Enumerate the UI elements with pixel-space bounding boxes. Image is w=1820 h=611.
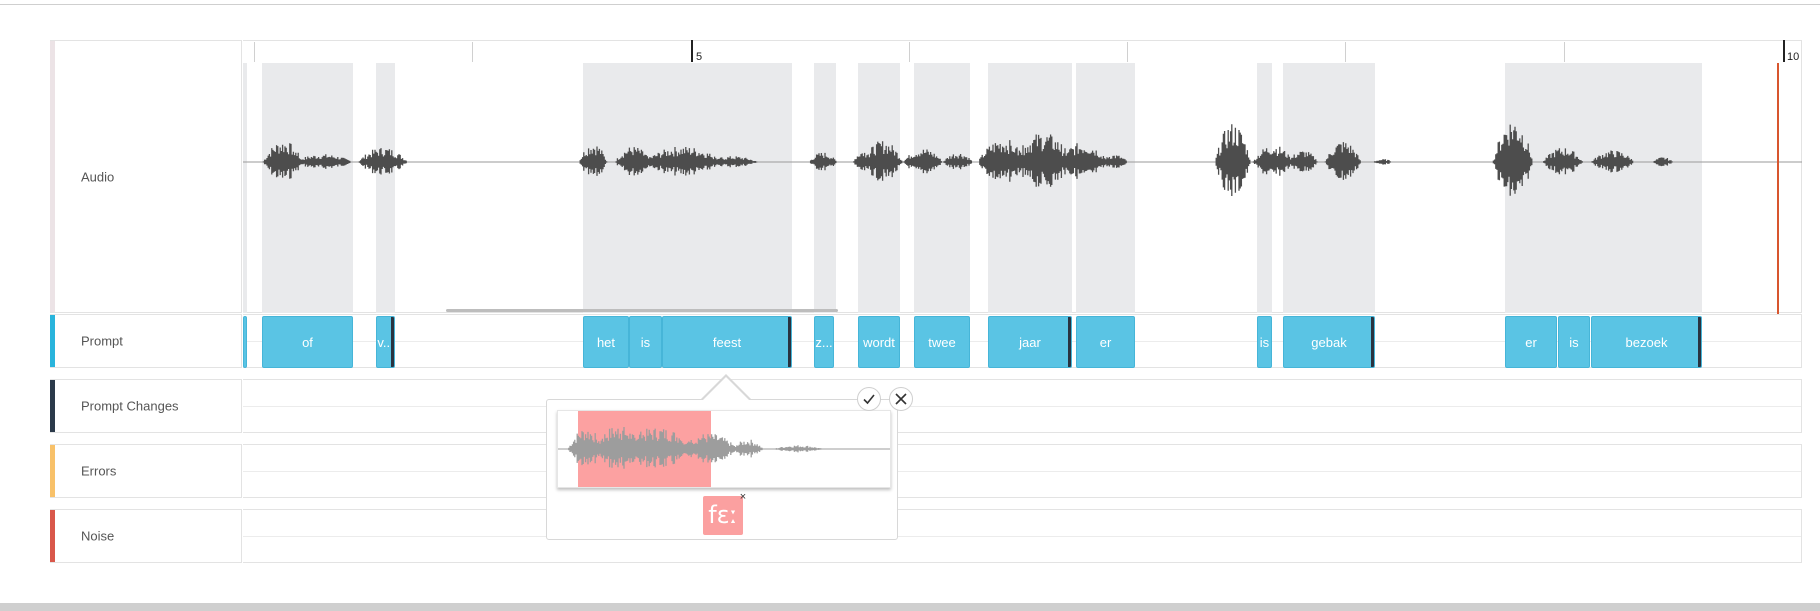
track-midline xyxy=(243,536,1801,537)
prompt-segment[interactable]: feest xyxy=(662,316,792,368)
segment-end-marker[interactable] xyxy=(788,317,791,367)
prompt-changes-track[interactable] xyxy=(243,379,1802,433)
track-accent-noise xyxy=(50,510,55,562)
track-accent-prompt-changes xyxy=(50,380,55,432)
popup-waveform xyxy=(558,427,890,469)
segment-label: bezoek xyxy=(1625,335,1668,350)
ruler-tick xyxy=(1345,42,1346,62)
segment-label: of xyxy=(302,335,313,350)
phoneme-remove-button[interactable]: × xyxy=(737,491,749,503)
segment-end-marker[interactable] xyxy=(1068,317,1071,367)
prompt-segment[interactable]: is xyxy=(1558,316,1590,368)
prompt-segment[interactable]: er xyxy=(1076,316,1135,368)
track-midline xyxy=(243,471,1801,472)
ruler-tick-major xyxy=(1783,40,1785,62)
top-divider xyxy=(0,4,1820,5)
prompt-segment[interactable]: gebak xyxy=(1283,316,1375,368)
track-accent-errors xyxy=(50,445,55,497)
waveform xyxy=(243,124,1802,196)
prompt-segment-edge[interactable] xyxy=(243,316,247,368)
prompt-segment[interactable]: of xyxy=(262,316,353,368)
cancel-button[interactable] xyxy=(889,387,913,411)
segment-end-marker[interactable] xyxy=(1371,317,1374,367)
noise-track[interactable] xyxy=(243,509,1802,563)
segment-end-marker[interactable] xyxy=(391,317,394,367)
track-label-noise: Noise xyxy=(50,509,242,563)
track-label-prompt: Prompt xyxy=(50,314,242,368)
prompt-segment[interactable]: wordt xyxy=(858,316,900,368)
playhead[interactable] xyxy=(1777,63,1779,314)
prompt-segment[interactable]: v... xyxy=(376,316,395,368)
popup-arrow-fill xyxy=(702,377,750,401)
prompt-segment[interactable]: is xyxy=(629,316,662,368)
ruler-tick-major xyxy=(691,40,693,62)
segment-label: jaar xyxy=(1019,335,1041,350)
track-label-text: Noise xyxy=(81,528,115,544)
ruler-label-10: 10 xyxy=(1787,51,1800,63)
popup-waveform-box[interactable] xyxy=(557,410,891,488)
track-accent-prompt xyxy=(50,315,55,367)
confirm-button[interactable] xyxy=(857,387,881,411)
prompt-segment[interactable]: er xyxy=(1505,316,1557,368)
ruler-tick xyxy=(1127,42,1128,62)
close-icon xyxy=(895,393,907,405)
segment-label: twee xyxy=(928,335,956,350)
track-midline xyxy=(243,406,1801,407)
segment-label: feest xyxy=(712,335,742,350)
segment-end-marker[interactable] xyxy=(1698,317,1701,367)
ruler-tick xyxy=(909,42,910,62)
track-label-prompt-changes: Prompt Changes xyxy=(50,379,242,433)
prompt-segment[interactable]: twee xyxy=(914,316,970,368)
track-accent-audio xyxy=(50,41,55,312)
bottom-scrollbar[interactable] xyxy=(0,603,1820,611)
prompt-segment[interactable]: bezoek xyxy=(1591,316,1702,368)
track-label-audio: Audio xyxy=(50,40,242,313)
prompt-segment[interactable]: jaar xyxy=(988,316,1072,368)
check-icon xyxy=(863,394,875,405)
ruler-tick xyxy=(1564,42,1565,62)
ruler-tick xyxy=(472,42,473,62)
segment-label: is xyxy=(1259,335,1270,350)
time-ruler: 5 10 xyxy=(243,40,1802,63)
segment-label: wordt xyxy=(863,335,895,350)
prompt-track[interactable]: of v... het is feest z... wordt twee jaa… xyxy=(243,314,1802,368)
track-label-text: Prompt xyxy=(81,333,123,349)
segment-label: het xyxy=(596,335,616,350)
track-label-text: Errors xyxy=(81,463,117,479)
segment-label: is xyxy=(640,335,651,350)
segment-label: is xyxy=(1569,335,1579,350)
segment-label: z... xyxy=(815,335,833,350)
track-label-text: Audio xyxy=(81,169,115,184)
prompt-segment[interactable]: z... xyxy=(814,316,834,368)
phoneme-popup: fɛː × xyxy=(546,399,898,540)
audio-track[interactable] xyxy=(243,40,1802,314)
errors-track[interactable] xyxy=(243,444,1802,498)
prompt-segment[interactable]: het xyxy=(583,316,629,368)
transcription-editor: Audio Prompt Prompt Changes Errors Noise xyxy=(50,40,1802,565)
track-label-text: Prompt Changes xyxy=(81,398,179,414)
segment-label: gebak xyxy=(1311,335,1347,350)
ruler-label-5: 5 xyxy=(696,51,703,63)
ruler-tick xyxy=(254,42,255,62)
prompt-segment[interactable]: is xyxy=(1257,316,1272,368)
segment-label: er xyxy=(1525,335,1537,350)
segment-label: er xyxy=(1099,335,1112,350)
track-label-errors: Errors xyxy=(50,444,242,498)
scroll-thumb[interactable] xyxy=(446,309,838,312)
